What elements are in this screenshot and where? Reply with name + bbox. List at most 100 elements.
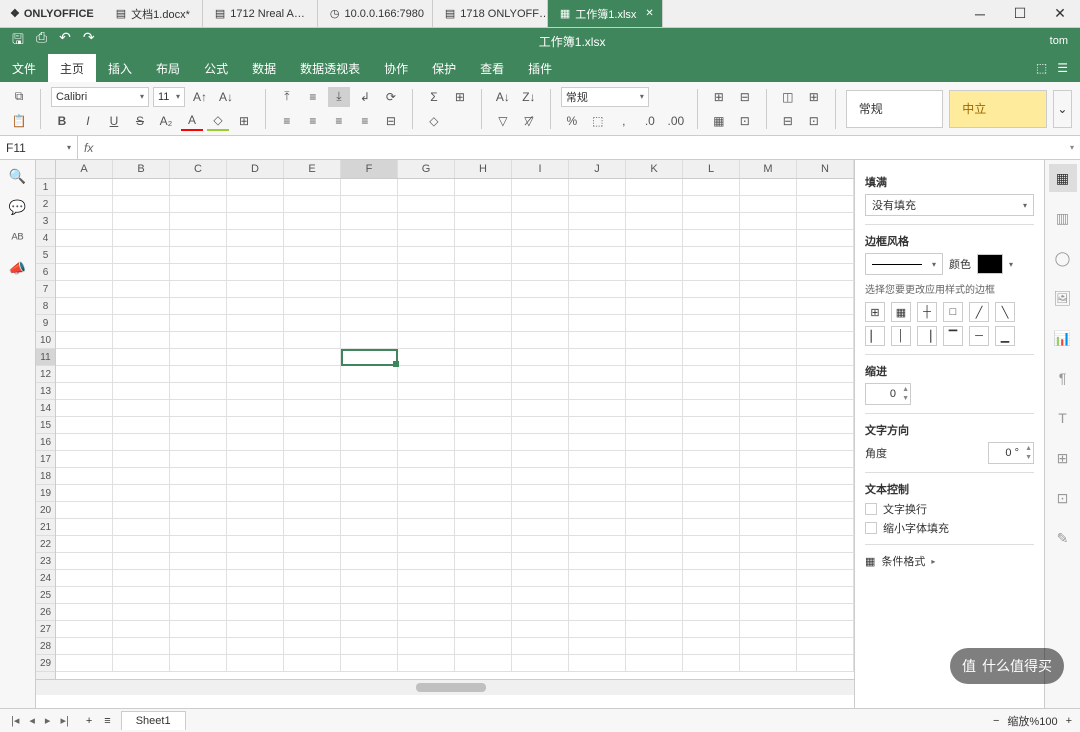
filter-clear-icon[interactable]: ▽̸	[518, 111, 540, 131]
cell[interactable]	[341, 468, 398, 485]
cell[interactable]	[227, 349, 284, 366]
menu-保护[interactable]: 保护	[420, 54, 468, 82]
cell[interactable]	[170, 502, 227, 519]
cell[interactable]	[398, 570, 455, 587]
cell[interactable]	[284, 366, 341, 383]
formula-input[interactable]	[99, 136, 1064, 159]
cell[interactable]	[797, 485, 854, 502]
cell[interactable]	[626, 264, 683, 281]
cell[interactable]	[455, 213, 512, 230]
cell[interactable]	[683, 349, 740, 366]
cell[interactable]	[569, 519, 626, 536]
cell[interactable]	[626, 179, 683, 196]
align-top-icon[interactable]: ⤒	[276, 87, 298, 107]
cell[interactable]	[740, 451, 797, 468]
cell[interactable]	[341, 298, 398, 315]
cell[interactable]	[455, 349, 512, 366]
cell[interactable]	[797, 247, 854, 264]
copy-icon[interactable]: ⧉	[8, 87, 30, 107]
row-header[interactable]: 2	[36, 196, 55, 213]
sort-asc-icon[interactable]: A↓	[492, 87, 514, 107]
row-header[interactable]: 5	[36, 247, 55, 264]
borders-button[interactable]: ⊞	[233, 111, 255, 131]
cell[interactable]	[398, 468, 455, 485]
cell[interactable]	[740, 570, 797, 587]
cell[interactable]	[455, 179, 512, 196]
cell[interactable]	[398, 247, 455, 264]
cell[interactable]	[284, 587, 341, 604]
name-box[interactable]: F11▾	[0, 136, 78, 159]
cell[interactable]	[398, 264, 455, 281]
cell[interactable]	[455, 332, 512, 349]
cell[interactable]	[569, 553, 626, 570]
cell[interactable]	[227, 196, 284, 213]
cell[interactable]	[284, 298, 341, 315]
cell[interactable]	[569, 434, 626, 451]
cell[interactable]	[284, 332, 341, 349]
close-button[interactable]: ✕	[1040, 0, 1080, 28]
cell[interactable]	[227, 468, 284, 485]
cell[interactable]	[113, 264, 170, 281]
cell[interactable]	[341, 400, 398, 417]
cell[interactable]	[455, 536, 512, 553]
cell[interactable]	[227, 400, 284, 417]
cell[interactable]	[341, 264, 398, 281]
cell[interactable]	[284, 315, 341, 332]
cell[interactable]	[113, 298, 170, 315]
cell[interactable]	[797, 604, 854, 621]
cell[interactable]	[626, 638, 683, 655]
cell[interactable]	[341, 196, 398, 213]
cell[interactable]	[740, 196, 797, 213]
cell[interactable]	[341, 366, 398, 383]
zoom-label[interactable]: 缩放%100	[1007, 713, 1057, 729]
font-size-select[interactable]: 11▾	[153, 87, 185, 107]
cell[interactable]	[455, 451, 512, 468]
cell[interactable]	[455, 468, 512, 485]
cell[interactable]	[341, 485, 398, 502]
cell[interactable]	[740, 230, 797, 247]
cell[interactable]	[626, 587, 683, 604]
cell[interactable]	[740, 519, 797, 536]
cell[interactable]	[797, 298, 854, 315]
table-settings-icon[interactable]: ▥	[1049, 204, 1077, 232]
cell[interactable]	[626, 281, 683, 298]
cell[interactable]	[284, 383, 341, 400]
cell[interactable]	[56, 315, 113, 332]
cell[interactable]	[683, 621, 740, 638]
cell[interactable]	[113, 383, 170, 400]
cell[interactable]	[56, 451, 113, 468]
save-icon[interactable]: 🖫	[12, 29, 24, 53]
font-color-button[interactable]: A	[181, 111, 203, 131]
minimize-button[interactable]: ─	[960, 0, 1000, 28]
cell[interactable]	[398, 502, 455, 519]
cell[interactable]	[56, 655, 113, 672]
cell[interactable]	[170, 638, 227, 655]
cell[interactable]	[626, 553, 683, 570]
cell[interactable]	[626, 655, 683, 672]
cell[interactable]	[56, 349, 113, 366]
increase-font-icon[interactable]: A↑	[189, 87, 211, 107]
cell[interactable]	[512, 196, 569, 213]
row-header[interactable]: 19	[36, 485, 55, 502]
merge-icon[interactable]: ⊟	[380, 111, 402, 131]
cell[interactable]	[398, 315, 455, 332]
cell[interactable]	[569, 400, 626, 417]
cell[interactable]	[284, 451, 341, 468]
cell[interactable]	[569, 349, 626, 366]
cell[interactable]	[170, 366, 227, 383]
conditional-format-icon[interactable]: ◫	[777, 87, 799, 107]
cell[interactable]	[284, 213, 341, 230]
cell[interactable]	[797, 638, 854, 655]
cell[interactable]	[683, 434, 740, 451]
column-header[interactable]: F	[341, 160, 398, 178]
scrollbar-thumb[interactable]	[416, 683, 486, 692]
cell[interactable]	[683, 655, 740, 672]
cell[interactable]	[512, 281, 569, 298]
cell[interactable]	[683, 587, 740, 604]
cell[interactable]	[227, 264, 284, 281]
cell[interactable]	[683, 485, 740, 502]
cell[interactable]	[683, 196, 740, 213]
cell[interactable]	[569, 332, 626, 349]
cell[interactable]	[170, 213, 227, 230]
cell[interactable]	[512, 349, 569, 366]
